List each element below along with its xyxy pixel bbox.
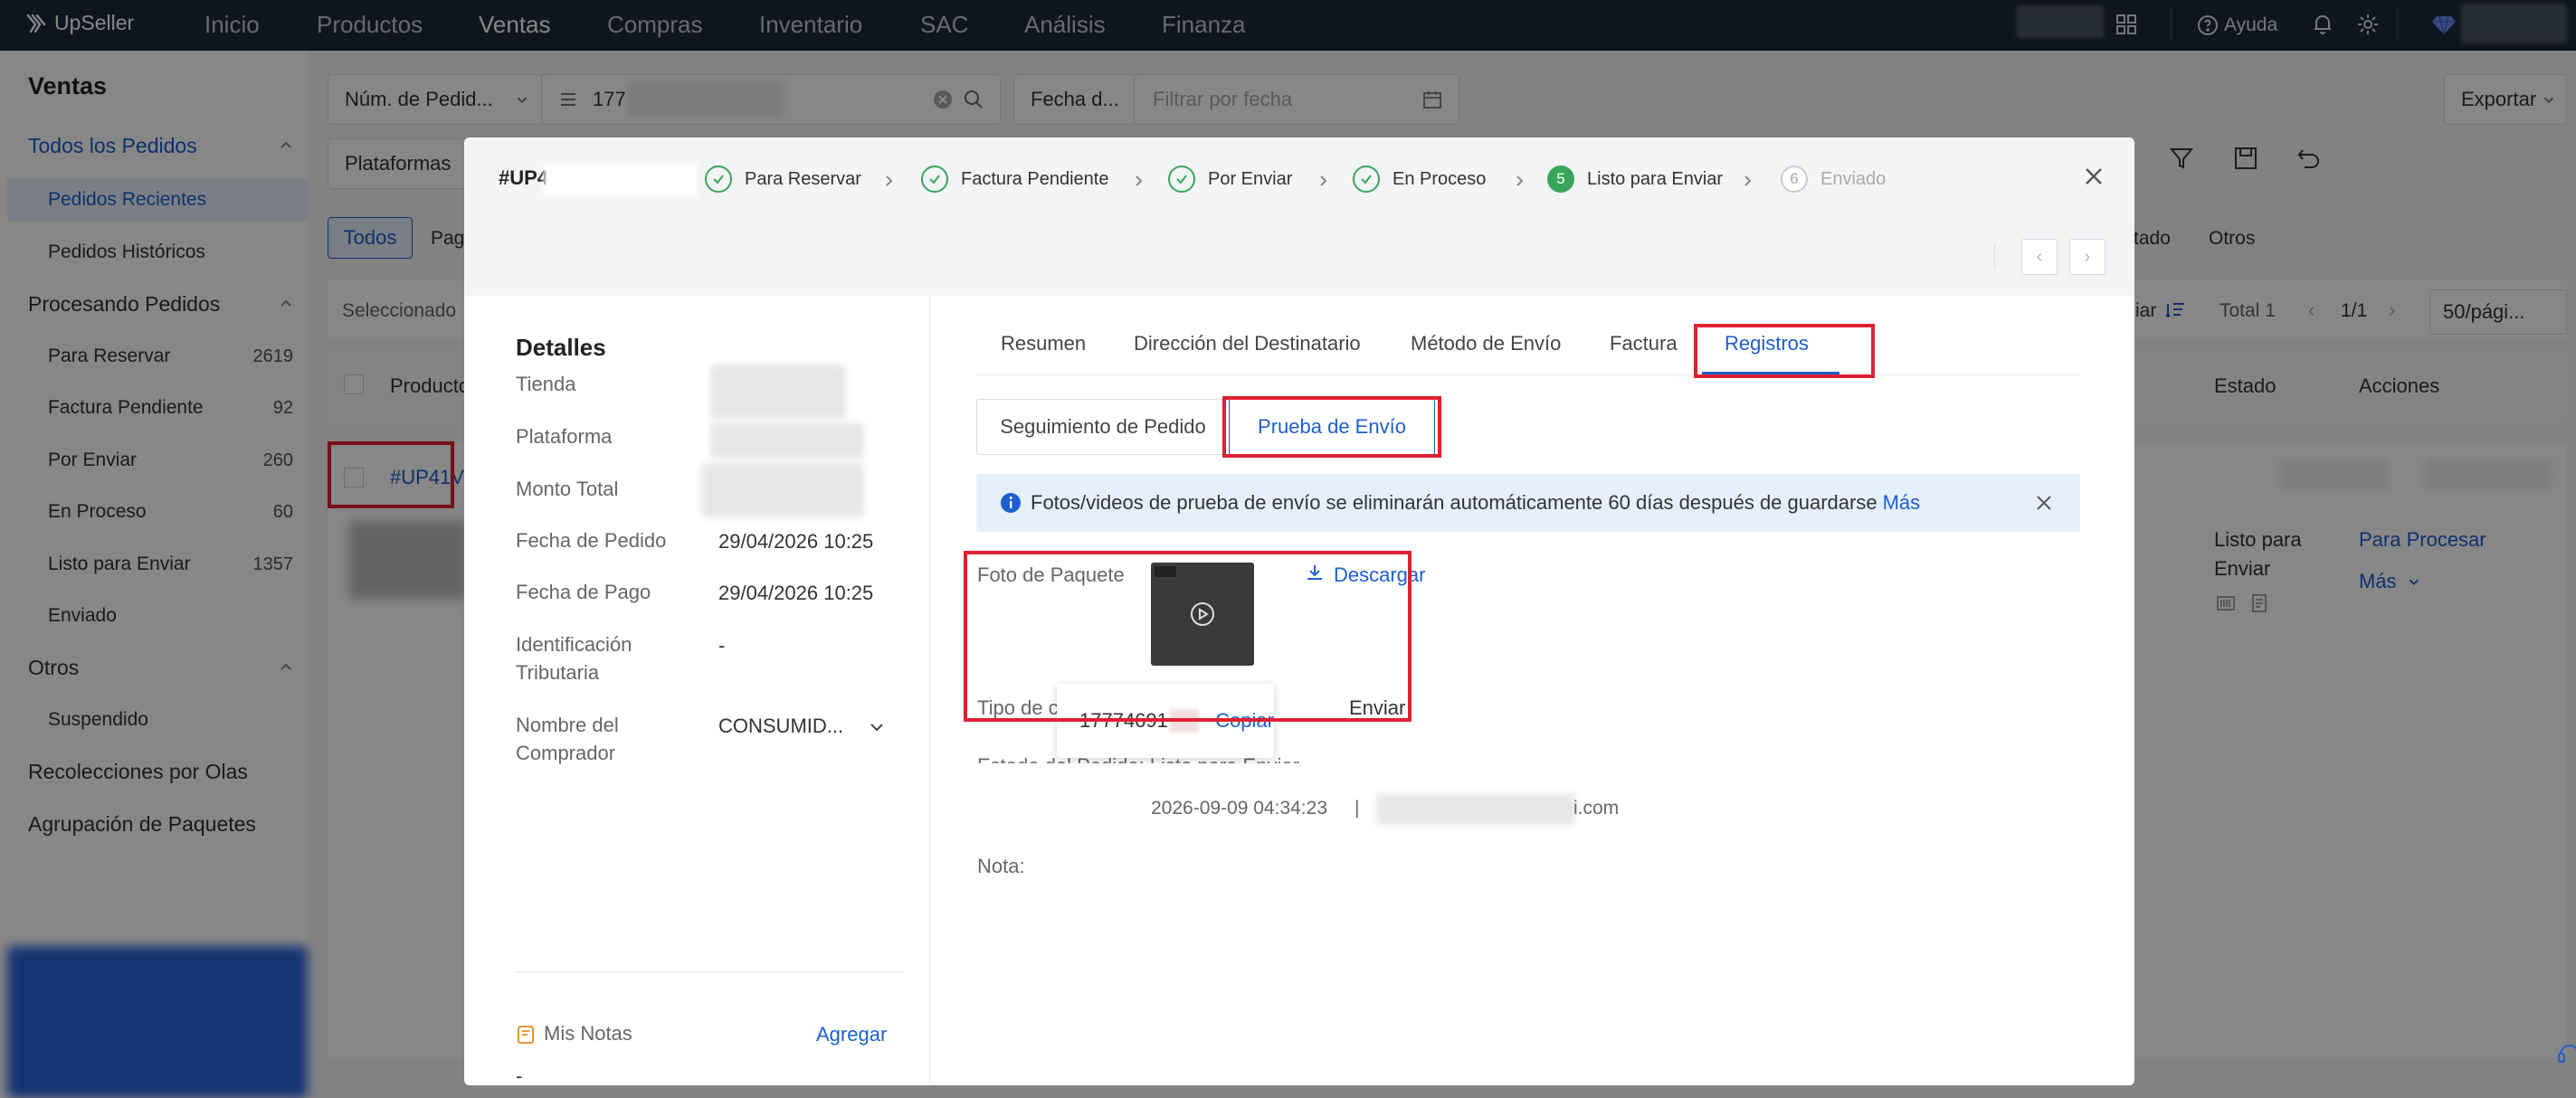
subtab-label: Prueba de Envío: [1258, 415, 1406, 438]
order-date-label: Fecha de Pedido: [516, 529, 667, 552]
order-date-value: 29/04/2026 10:25: [718, 530, 874, 553]
pay-date-label: Fecha de Pago: [516, 581, 651, 603]
subtab-seguimiento[interactable]: Seguimiento de Pedido: [976, 399, 1230, 455]
tab-direccion[interactable]: Dirección del Destinatario: [1134, 332, 1361, 355]
step-label: En Proceso: [1393, 168, 1487, 189]
notes-value: -: [516, 1065, 523, 1085]
support-chat-icon[interactable]: [2557, 1038, 2576, 1065]
details-panel: Detalles Tienda Plataforma Monto Total F…: [464, 296, 930, 1085]
store-label: Tienda: [516, 373, 576, 395]
add-note-link[interactable]: Agregar: [816, 1023, 887, 1046]
tracking-number-blurred: [1169, 709, 1200, 733]
info-more-link[interactable]: Más: [1883, 491, 1921, 515]
download-icon[interactable]: [1305, 563, 1325, 582]
total-label: Monto Total: [516, 478, 619, 500]
step-listo-para-enviar: 5 Listo para Enviar: [1547, 166, 1723, 193]
proof-separator: |: [1355, 798, 1360, 819]
tracking-number-tooltip: 17774691 Copiar: [1057, 684, 1274, 758]
active-tab-indicator: [1702, 372, 1839, 375]
check-circle-icon: [921, 166, 948, 193]
buyer-name-label: Nombre del Comprador: [516, 711, 619, 767]
subtab-label: Seguimiento de Pedido: [1000, 415, 1206, 438]
step-para-reservar: Para Reservar: [705, 166, 861, 193]
tax-id-label: Identificación Tributaria: [516, 630, 632, 686]
pay-date-value: 29/04/2026 10:25: [718, 582, 874, 604]
note-icon: [516, 1025, 536, 1045]
platform-value-blurred: [710, 422, 864, 459]
check-circle-icon: [705, 166, 732, 193]
store-value-blurred: [710, 364, 846, 419]
details-title: Detalles: [516, 334, 606, 361]
tax-id-label-line: Tributaria: [516, 661, 600, 684]
play-circle-icon: [1189, 601, 1216, 628]
tab-metodo-envio[interactable]: Método de Envío: [1411, 332, 1561, 355]
step-number: 6: [1781, 166, 1808, 193]
photo-overlay-blurred: [1155, 566, 1176, 577]
chevron-down-icon[interactable]: [868, 718, 886, 736]
photo-label: Foto de Paquete: [977, 563, 1125, 586]
type-value: Enviar: [1349, 696, 1406, 719]
subtab-prueba-envio[interactable]: Prueba de Envío: [1229, 399, 1435, 455]
chevron-right-icon: [1741, 174, 1755, 188]
tab-resumen[interactable]: Resumen: [1001, 332, 1086, 355]
step-label: Para Reservar: [745, 168, 861, 189]
proof-timestamp: 2026-09-09 04:34:23: [1151, 798, 1327, 819]
divider: [516, 971, 905, 972]
step-label: Por Enviar: [1208, 168, 1293, 189]
step-enviado: 6 Enviado: [1781, 166, 1886, 193]
chevron-right-icon: [882, 174, 897, 188]
note-label: Nota:: [977, 855, 1025, 877]
tax-id-label-line: Identificación: [516, 633, 632, 656]
next-order-button[interactable]: ›: [2069, 239, 2105, 275]
step-label: Enviado: [1820, 168, 1887, 189]
download-link[interactable]: Descargar: [1334, 563, 1425, 587]
close-icon[interactable]: [2035, 494, 2053, 512]
step-label: Factura Pendiente: [961, 168, 1109, 189]
step-number: 5: [1547, 166, 1574, 193]
divider: [1994, 244, 1995, 270]
package-photo-thumbnail[interactable]: [1151, 563, 1254, 666]
tab-factura[interactable]: Factura: [1610, 332, 1678, 355]
platform-label: Plataforma: [516, 425, 613, 448]
prev-order-button[interactable]: ‹: [2021, 239, 2058, 275]
check-circle-icon: [1353, 166, 1380, 193]
type-label: Tipo de c: [977, 696, 1059, 719]
tab-registros[interactable]: Registros: [1725, 332, 1809, 355]
chevron-right-icon: [1132, 174, 1146, 188]
check-circle-icon: [1168, 166, 1195, 193]
close-icon[interactable]: [2082, 165, 2105, 188]
proof-email-suffix: i.com: [1573, 798, 1620, 819]
buyer-name-value: CONSUMID...: [718, 715, 844, 737]
modal-order-id: #UP4: [499, 166, 549, 189]
proof-user-email-blurred: [1376, 794, 1575, 825]
buyer-label-line: Comprador: [516, 742, 616, 764]
copy-button[interactable]: Copiar: [1215, 709, 1274, 733]
modal-header: #UP4 Para Reservar Factura Pendiente Por…: [464, 137, 2134, 296]
info-icon: [1000, 492, 1022, 514]
total-value-blurred: [701, 463, 864, 517]
buyer-label-line: Nombre del: [516, 714, 619, 736]
step-por-enviar: Por Enviar: [1168, 166, 1292, 193]
step-en-proceso: En Proceso: [1353, 166, 1486, 193]
info-text: Fotos/videos de prueba de envío se elimi…: [1031, 491, 1877, 514]
step-factura-pendiente: Factura Pendiente: [921, 166, 1108, 193]
notes-label: Mis Notas: [544, 1022, 632, 1045]
order-detail-modal: #UP4 Para Reservar Factura Pendiente Por…: [464, 137, 2134, 1085]
chevron-right-icon: [1317, 174, 1331, 188]
info-banner: Fotos/videos de prueba de envío se elimi…: [976, 474, 2080, 532]
step-label: Listo para Enviar: [1587, 168, 1724, 189]
tax-id-value: -: [718, 634, 726, 657]
tracking-number: 17774691: [1079, 709, 1168, 732]
chevron-right-icon: [1513, 174, 1527, 188]
tabs-baseline: [976, 374, 2080, 375]
order-id-blurred: [544, 165, 698, 195]
